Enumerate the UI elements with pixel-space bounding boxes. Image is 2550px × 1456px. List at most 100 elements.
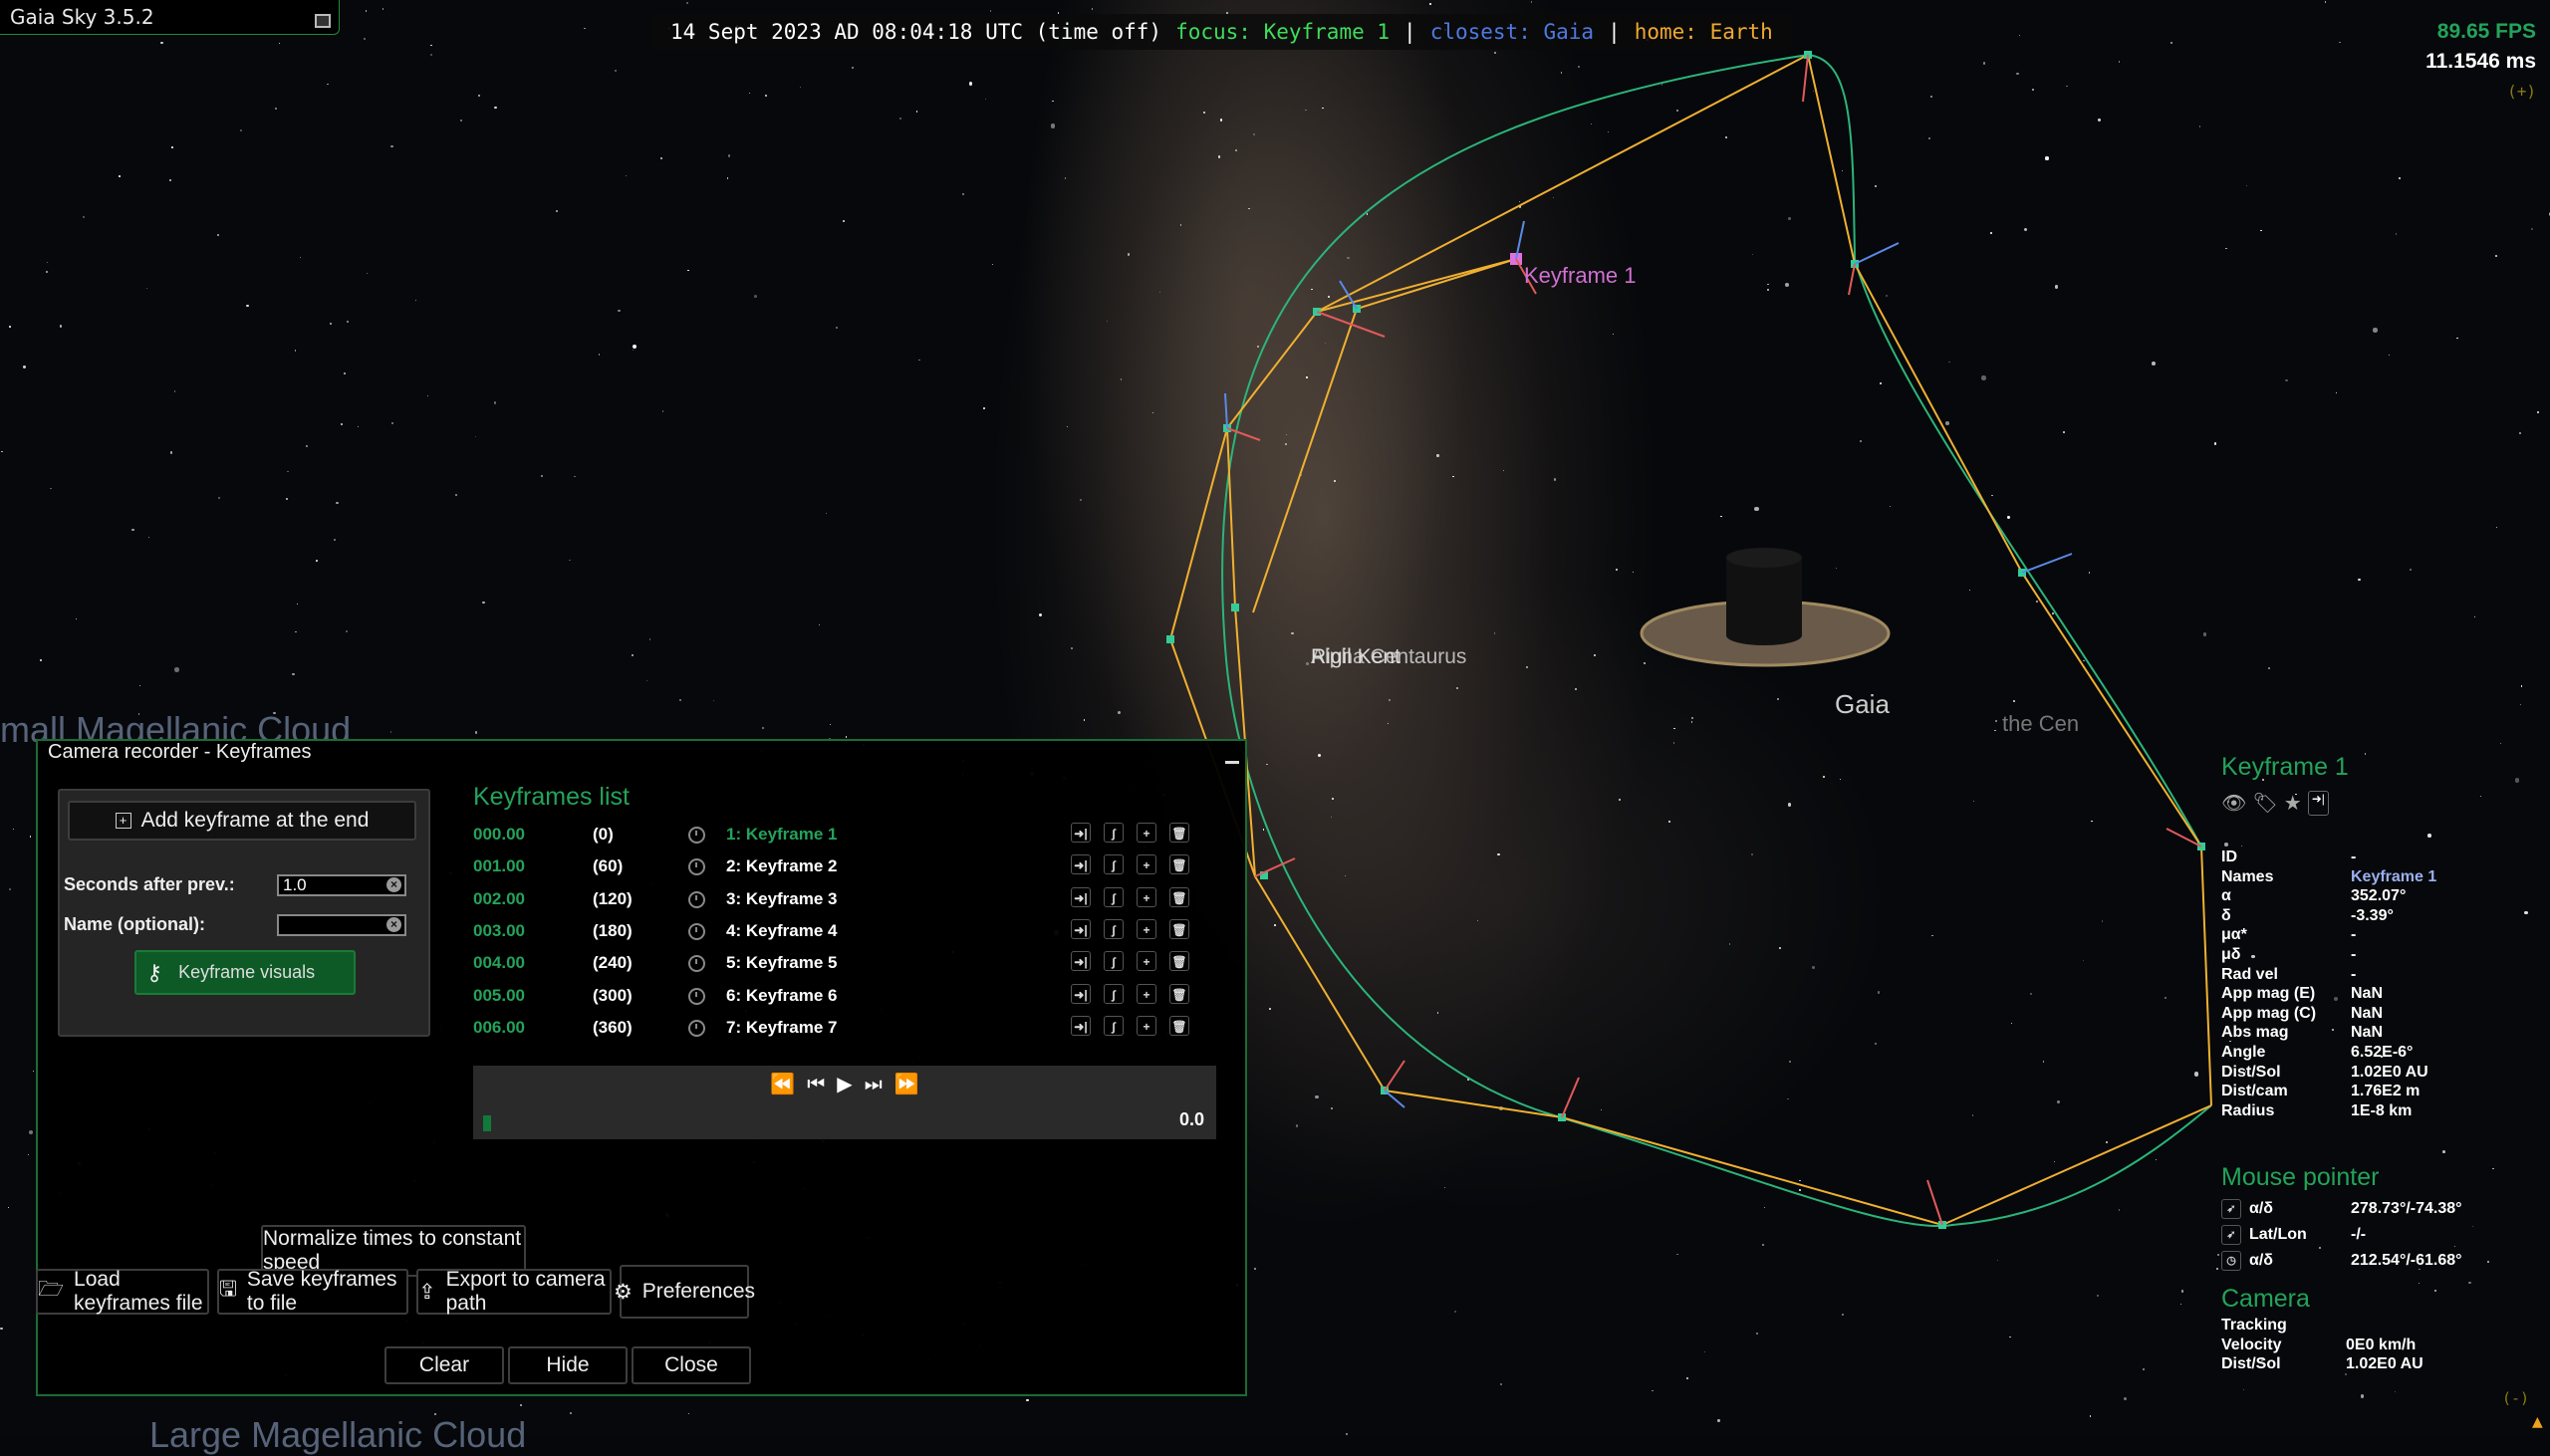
plus-box-icon: + bbox=[115, 813, 131, 829]
go-to-keyframe-icon[interactable]: ➜| bbox=[1071, 1015, 1091, 1036]
keyframe-add-panel: + Add keyframe at the end Seconds after … bbox=[58, 789, 430, 1037]
go-to-keyframe-icon[interactable]: ➜| bbox=[1071, 983, 1091, 1004]
trash-icon[interactable]: 🗑 bbox=[1169, 823, 1189, 843]
add-keyframe-after-icon[interactable]: + bbox=[1137, 854, 1156, 875]
home-status[interactable]: home: Earth bbox=[1635, 20, 1773, 44]
minimize-icon[interactable] bbox=[315, 14, 331, 28]
clear-field-icon[interactable]: × bbox=[386, 877, 401, 892]
eye-icon[interactable]: 👁 bbox=[2221, 791, 2246, 816]
save-keyframes-button[interactable]: 🖫 Save keyframes to file bbox=[217, 1268, 408, 1315]
play-icon[interactable]: ▶ bbox=[837, 1072, 852, 1095]
keyframe-frame: (240) bbox=[593, 953, 633, 973]
seam-icon[interactable]: ∫ bbox=[1104, 886, 1124, 907]
keyframe-row[interactable]: 005.00 (300) 6: Keyframe 6 ➜| ∫ + 🗑 bbox=[473, 982, 1230, 1012]
seam-icon[interactable]: ∫ bbox=[1104, 823, 1124, 843]
focus-status[interactable]: focus: Keyframe 1 bbox=[1175, 20, 1390, 44]
export-camera-path-button[interactable]: ⇪ Export to camera path bbox=[416, 1268, 612, 1315]
collapse-icon[interactable] bbox=[1225, 761, 1239, 764]
camera-key: Tracking bbox=[2221, 1317, 2287, 1334]
window-title[interactable]: Camera recorder - Keyframes bbox=[48, 741, 312, 764]
keyframe-frame: (60) bbox=[593, 856, 624, 876]
keyframe-name[interactable]: 7: Keyframe 7 bbox=[726, 1018, 838, 1038]
trash-icon[interactable]: 🗑 bbox=[1169, 886, 1189, 907]
attribute-key: μα* bbox=[2221, 926, 2247, 944]
keyframe-name[interactable]: 3: Keyframe 3 bbox=[726, 889, 838, 909]
add-keyframe-label: Add keyframe at the end bbox=[140, 809, 370, 832]
attribute-value: - bbox=[2351, 849, 2357, 865]
star-icon[interactable]: ★ bbox=[2284, 791, 2302, 816]
keyframe-name[interactable]: 2: Keyframe 2 bbox=[726, 856, 838, 876]
fast-forward-icon[interactable]: ⏩ bbox=[894, 1072, 919, 1095]
add-keyframe-after-icon[interactable]: + bbox=[1137, 918, 1156, 939]
keyframe-row[interactable]: 006.00 (360) 7: Keyframe 7 ➜| ∫ + 🗑 bbox=[473, 1014, 1230, 1044]
go-to-keyframe-icon[interactable]: ➜| bbox=[1071, 951, 1091, 972]
pointer-arrow-icon[interactable]: ➶ bbox=[2221, 1225, 2241, 1245]
timeline-position: 0.0 bbox=[1178, 1109, 1204, 1129]
clock-icon[interactable]: ◷ bbox=[2221, 1251, 2241, 1271]
keyframe-row[interactable]: 003.00 (180) 4: Keyframe 4 ➜| ∫ + 🗑 bbox=[473, 917, 1230, 947]
clear-label: Clear bbox=[418, 1353, 470, 1376]
seam-icon[interactable]: ∫ bbox=[1104, 951, 1124, 972]
seam-icon[interactable]: ∫ bbox=[1104, 1015, 1124, 1036]
skip-forward-icon[interactable]: ⏭ bbox=[865, 1072, 883, 1095]
trash-icon[interactable]: 🗑 bbox=[1169, 918, 1189, 939]
closest-status[interactable]: closest: Gaia bbox=[1430, 20, 1594, 44]
keyframe-row[interactable]: 000.00 (0) 1: Keyframe 1 ➜| ∫ + 🗑 bbox=[473, 821, 1230, 850]
coordinate-label: α/δ bbox=[2249, 1252, 2273, 1269]
trash-icon[interactable]: 🗑 bbox=[1169, 1015, 1189, 1036]
seam-icon[interactable]: ∫ bbox=[1104, 854, 1124, 875]
keyframe-name[interactable]: 6: Keyframe 6 bbox=[726, 986, 838, 1006]
coordinate-label: α/δ bbox=[2249, 1200, 2273, 1217]
close-button[interactable]: Close bbox=[632, 1346, 751, 1384]
add-keyframe-after-icon[interactable]: + bbox=[1137, 951, 1156, 972]
add-keyframe-button[interactable]: + Add keyframe at the end bbox=[68, 801, 416, 841]
trash-icon[interactable]: 🗑 bbox=[1169, 951, 1189, 972]
keyframe-row[interactable]: 002.00 (120) 3: Keyframe 3 ➜| ∫ + 🗑 bbox=[473, 885, 1230, 915]
add-keyframe-after-icon[interactable]: + bbox=[1137, 886, 1156, 907]
hide-button[interactable]: Hide bbox=[508, 1346, 628, 1384]
attribute-key: ID bbox=[2221, 849, 2237, 865]
trash-icon[interactable]: 🗑 bbox=[1169, 854, 1189, 875]
add-keyframe-after-icon[interactable]: + bbox=[1137, 1015, 1156, 1036]
focus-attribute-row: Names Keyframe 1 bbox=[2221, 868, 2540, 887]
coordinate-value: 212.54°/-61.68° bbox=[2351, 1252, 2462, 1269]
collapse-toggle[interactable]: (-) bbox=[2502, 1389, 2529, 1407]
focus-info-panel: Keyframe 1 👁 🏷 ★ ➜| ID - Names Keyframe 1 α 3… bbox=[2221, 753, 2436, 1119]
timeline-slider-handle[interactable] bbox=[483, 1115, 491, 1131]
trash-icon[interactable]: 🗑 bbox=[1169, 983, 1189, 1004]
camera-recorder-window[interactable]: Camera recorder - Keyframes + Add keyfra… bbox=[36, 739, 1247, 1396]
seconds-input[interactable]: 1.0 × bbox=[277, 874, 406, 896]
app-title-window[interactable]: Gaia Sky 3.5.2 bbox=[0, 0, 340, 35]
keyframe-name[interactable]: 5: Keyframe 5 bbox=[726, 953, 838, 973]
focus-attribute-row: Dist/Sol 1.02E0 AU bbox=[2221, 1064, 2540, 1083]
keyframe-name[interactable]: 1: Keyframe 1 bbox=[726, 825, 838, 845]
tag-icon[interactable]: 🏷 bbox=[2252, 791, 2277, 816]
coordinate-value: 278.73°/-74.38° bbox=[2351, 1200, 2462, 1217]
rewind-icon[interactable]: ⏪ bbox=[770, 1072, 795, 1095]
keyframe-visuals-button[interactable]: ⚷ Keyframe visuals bbox=[134, 950, 356, 995]
expand-toggle[interactable]: (+) bbox=[2425, 82, 2536, 101]
add-keyframe-after-icon[interactable]: + bbox=[1137, 823, 1156, 843]
go-to-keyframe-icon[interactable]: ➜| bbox=[1071, 886, 1091, 907]
load-keyframes-button[interactable]: 🗁 Load keyframes file bbox=[36, 1268, 209, 1315]
seam-icon[interactable]: ∫ bbox=[1104, 983, 1124, 1004]
preferences-button[interactable]: ⚙ Preferences bbox=[614, 1265, 755, 1319]
skip-back-icon[interactable]: ⏮ bbox=[807, 1072, 825, 1095]
keyframe-row[interactable]: 001.00 (60) 2: Keyframe 2 ➜| ∫ + 🗑 bbox=[473, 852, 1230, 882]
go-to-icon[interactable]: ➜| bbox=[2307, 791, 2329, 816]
date-time[interactable]: 14 Sept 2023 AD 08:04:18 UTC (time off) bbox=[670, 20, 1161, 44]
clear-field-icon[interactable]: × bbox=[386, 917, 401, 932]
name-label: Name (optional): bbox=[64, 914, 205, 934]
clear-button[interactable]: Clear bbox=[384, 1346, 504, 1384]
go-to-keyframe-icon[interactable]: ➜| bbox=[1071, 854, 1091, 875]
attribute-value: NaN bbox=[2351, 1004, 2384, 1022]
pointer-arrow-icon[interactable]: ➶ bbox=[2221, 1199, 2241, 1219]
clock-icon bbox=[688, 890, 705, 908]
add-keyframe-after-icon[interactable]: + bbox=[1137, 983, 1156, 1004]
name-input[interactable]: × bbox=[277, 914, 406, 936]
seam-icon[interactable]: ∫ bbox=[1104, 918, 1124, 939]
keyframe-row[interactable]: 004.00 (240) 5: Keyframe 5 ➜| ∫ + 🗑 bbox=[473, 949, 1230, 979]
go-to-keyframe-icon[interactable]: ➜| bbox=[1071, 918, 1091, 939]
keyframe-name[interactable]: 4: Keyframe 4 bbox=[726, 921, 838, 941]
go-to-keyframe-icon[interactable]: ➜| bbox=[1071, 823, 1091, 843]
